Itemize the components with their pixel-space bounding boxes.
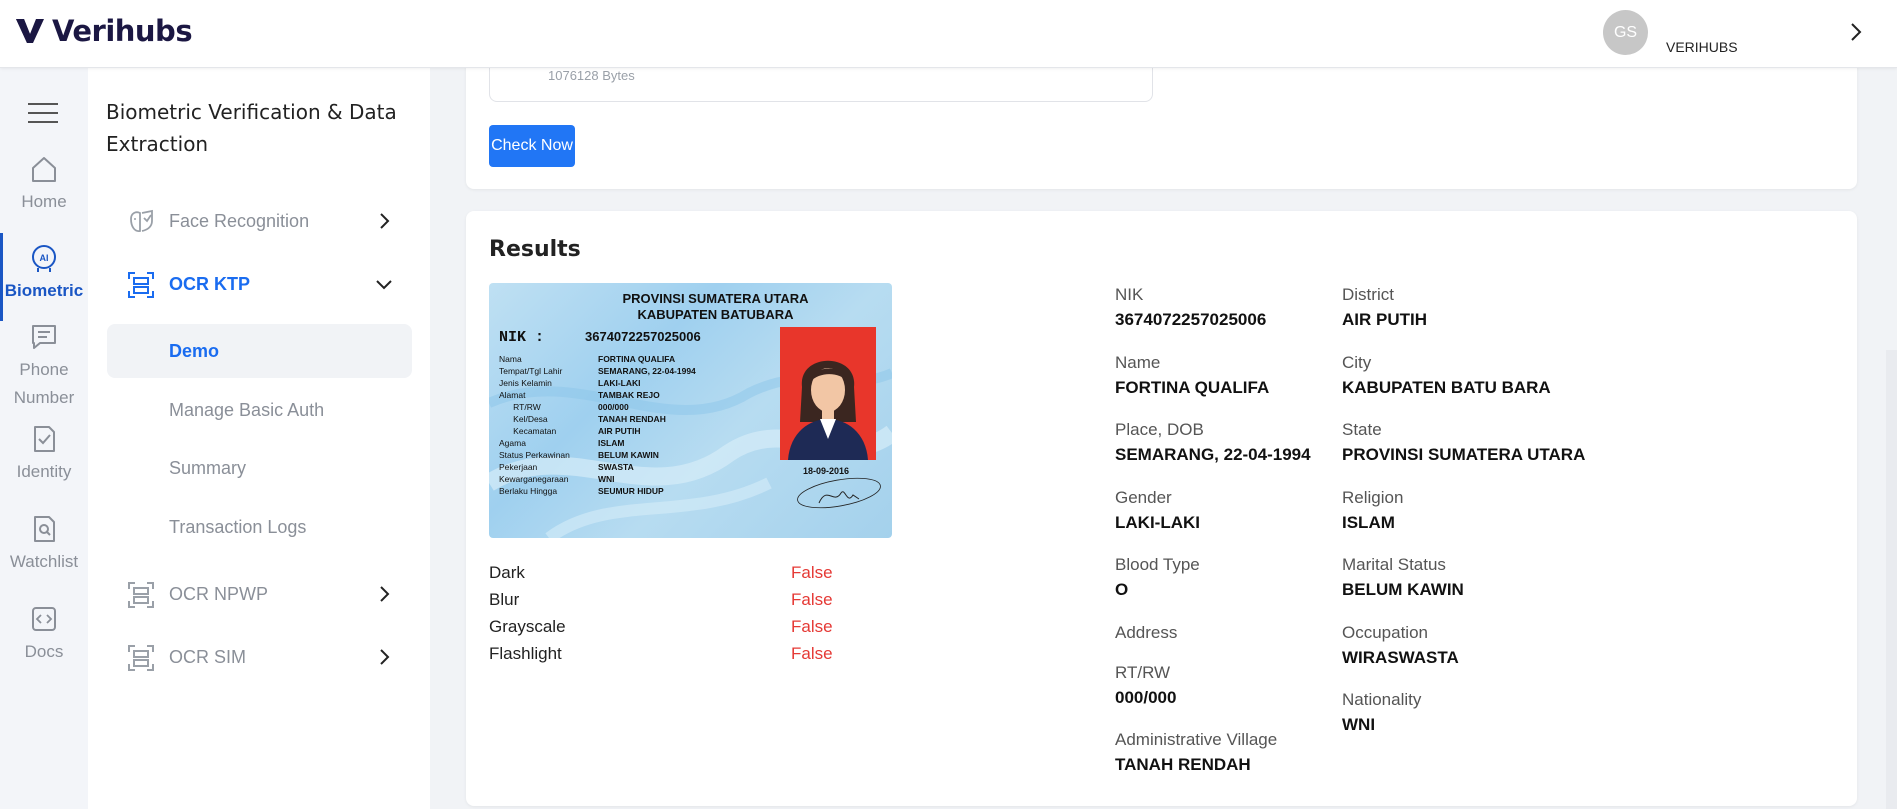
- ktp-nik-value: 3674072257025006: [585, 329, 701, 344]
- verihubs-logo-icon: [16, 19, 44, 43]
- rail-label-phone: Phone Number: [13, 360, 75, 407]
- chevron-down-icon: [376, 280, 392, 290]
- field-marital-status: Marital Status BELUM KAWIN: [1342, 555, 1464, 599]
- rail-label-watchlist: Watchlist: [9, 552, 79, 571]
- field-religion: Religion ISLAM: [1342, 488, 1404, 532]
- scan-icon: [128, 272, 154, 298]
- hamburger-menu-icon[interactable]: [28, 102, 58, 124]
- rail-label-identity: Identity: [16, 462, 72, 481]
- field-rt-rw: RT/RW 000/000: [1115, 663, 1177, 707]
- field-address: Address: [1115, 623, 1178, 642]
- field-occupation: Occupation WIRASWASTA: [1342, 623, 1459, 667]
- quality-row-flashlight: Flashlight False: [489, 644, 833, 663]
- nav-label: Face Recognition: [169, 210, 310, 231]
- id-check-icon: [34, 426, 55, 452]
- page-scrollbar[interactable]: [1886, 350, 1897, 809]
- subnav-manage-basic-auth[interactable]: Manage Basic Auth: [107, 383, 412, 437]
- nav-item-ocr-sim[interactable]: OCR SIM: [88, 637, 430, 677]
- ai-brain-icon: AI: [32, 245, 56, 272]
- face-scan-icon: [130, 209, 153, 232]
- search-document-icon: [34, 516, 55, 542]
- chevron-right-icon[interactable]: [1848, 22, 1864, 42]
- nav-label: OCR NPWP: [169, 583, 268, 604]
- field-gender: Gender LAKI-LAKI: [1115, 488, 1200, 532]
- subnav-transaction-logs[interactable]: Transaction Logs: [107, 500, 412, 554]
- ktp-province: PROVINSI SUMATERA UTARA: [622, 291, 809, 306]
- rail-item-phone-number[interactable]: Phone Number: [0, 322, 88, 412]
- top-header: Verihubs GS VERIHUBS: [0, 0, 1897, 68]
- field-district: District AIR PUTIH: [1342, 285, 1427, 329]
- rail-item-biometric[interactable]: AI Biometric: [0, 243, 88, 305]
- field-nationality: Nationality WNI: [1342, 690, 1422, 734]
- chevron-right-icon: [380, 649, 390, 665]
- results-title: Results: [489, 237, 581, 262]
- chevron-right-icon: [380, 586, 390, 602]
- user-name[interactable]: VERIHUBS: [1666, 39, 1738, 55]
- field-state: State PROVINSI SUMATERA UTARA: [1342, 420, 1586, 464]
- rail-label-home: Home: [21, 192, 67, 211]
- nav-item-ocr-npwp[interactable]: OCR NPWP: [88, 574, 430, 614]
- section-title: Biometric Verification & Data Extraction: [106, 100, 397, 156]
- rail-label-biometric: Biometric: [4, 281, 84, 300]
- rail-item-identity[interactable]: Identity: [0, 424, 88, 486]
- subnav-demo[interactable]: Demo: [107, 324, 412, 378]
- field-place-dob: Place, DOB SEMARANG, 22-04-1994: [1115, 420, 1311, 464]
- field-administrative-village: Administrative Village TANAH RENDAH: [1115, 730, 1278, 774]
- code-icon: [32, 607, 56, 631]
- brand-name: Verihubs: [52, 14, 193, 48]
- rail-item-docs[interactable]: Docs: [0, 604, 88, 666]
- upload-card: 1076128 Bytes Check Now: [466, 46, 1857, 189]
- signature-icon: [797, 477, 881, 509]
- rail-item-home[interactable]: Home: [0, 154, 88, 216]
- subnav-summary[interactable]: Summary: [107, 441, 412, 495]
- rail-label-docs: Docs: [24, 642, 64, 661]
- nav-item-face-recognition[interactable]: Face Recognition: [88, 201, 430, 241]
- field-city: City KABUPATEN BATU BARA: [1342, 353, 1551, 397]
- nav-label: OCR KTP: [169, 273, 250, 294]
- field-nik: NIK 3674072257025006: [1115, 285, 1267, 329]
- file-size: 1076128 Bytes: [548, 68, 635, 83]
- sub-navigation: Biometric Verification & Data Extraction…: [88, 68, 430, 809]
- svg-text:AI: AI: [40, 253, 49, 263]
- ktp-card-image: PROVINSI SUMATERA UTARA KABUPATEN BATUBA…: [489, 283, 892, 538]
- scan-icon: [128, 582, 154, 608]
- chevron-right-icon: [380, 213, 390, 229]
- ktp-portrait-photo: [780, 327, 876, 460]
- ktp-nik-label: NIK :: [499, 329, 545, 346]
- ktp-regency: KABUPATEN BATUBARA: [637, 307, 794, 322]
- results-card: Results PROVINSI SUMATERA UTARA KABUPATE…: [466, 211, 1857, 806]
- scan-icon: [128, 645, 154, 671]
- quality-row-dark: Dark False: [489, 563, 833, 582]
- icon-rail: Home AI Biometric Phone Number Identity …: [0, 68, 88, 809]
- rail-item-watchlist[interactable]: Watchlist: [0, 514, 88, 576]
- user-avatar[interactable]: GS: [1603, 10, 1648, 55]
- brand-logo[interactable]: Verihubs: [14, 14, 193, 48]
- quality-row-grayscale: Grayscale False: [489, 617, 833, 636]
- nav-item-ocr-ktp[interactable]: OCR KTP: [88, 264, 430, 304]
- home-icon: [32, 157, 56, 182]
- chat-icon: [32, 325, 56, 349]
- person-portrait-icon: [788, 360, 868, 460]
- quality-row-blur: Blur False: [489, 590, 833, 609]
- field-blood-type: Blood Type O: [1115, 555, 1200, 599]
- check-now-button[interactable]: Check Now: [489, 125, 575, 167]
- nav-label: OCR SIM: [169, 646, 247, 667]
- field-name: Name FORTINA QUALIFA: [1115, 353, 1270, 397]
